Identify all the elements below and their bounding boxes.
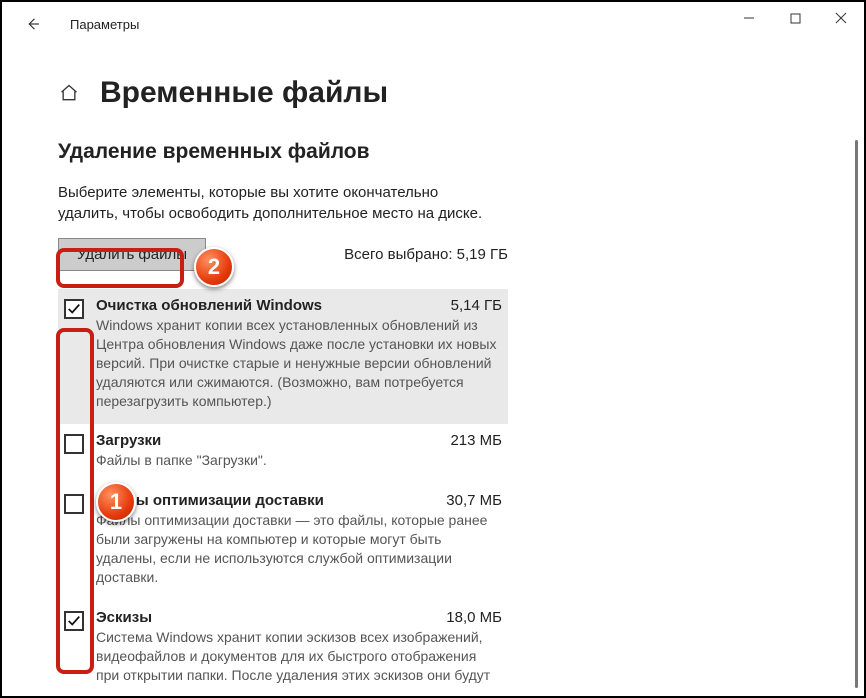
item-body: Файлы оптимизации доставки 30,7 МБ Файлы…: [96, 492, 502, 587]
checkbox-downloads[interactable]: [64, 434, 84, 454]
home-icon[interactable]: [58, 82, 80, 104]
close-button[interactable]: [818, 2, 864, 34]
item-description: Система Windows хранит копии эскизов все…: [96, 628, 502, 685]
item-title: Эскизы: [96, 609, 152, 626]
item-description: Файлы в папке "Загрузки".: [96, 451, 502, 470]
item-description: Файлы оптимизации доставки — это файлы, …: [96, 511, 502, 587]
back-button[interactable]: [22, 13, 44, 35]
item-body: Очистка обновлений Windows 5,14 ГБ Windo…: [96, 297, 502, 410]
delete-row: Удалить файлы Всего выбрано: 5,19 ГБ: [58, 238, 508, 271]
window-controls: [726, 2, 864, 34]
temp-file-item[interactable]: Файлы оптимизации доставки 30,7 МБ Файлы…: [58, 484, 508, 601]
temp-file-item[interactable]: Эскизы 18,0 МБ Система Windows хранит ко…: [58, 601, 508, 698]
page-header: Временные файлы: [2, 46, 864, 130]
window-title: Параметры: [70, 17, 139, 32]
checkbox-thumbnails[interactable]: [64, 611, 84, 631]
delete-files-button[interactable]: Удалить файлы: [58, 238, 206, 271]
checkbox-delivery-optimization[interactable]: [64, 494, 84, 514]
item-size: 30,7 МБ: [446, 492, 502, 509]
temp-file-item[interactable]: Очистка обновлений Windows 5,14 ГБ Windo…: [58, 289, 508, 424]
item-title: Загрузки: [96, 432, 161, 449]
checkbox-windows-update-cleanup[interactable]: [64, 299, 84, 319]
scrollbar[interactable]: [855, 140, 858, 688]
title-bar: Параметры: [2, 2, 864, 46]
total-selected-label: Всего выбрано: 5,19 ГБ: [344, 246, 508, 263]
item-size: 5,14 ГБ: [451, 297, 502, 314]
intro-text: Выберите элементы, которые вы хотите око…: [58, 182, 488, 224]
item-size: 213 МБ: [450, 432, 502, 449]
content-area: Удаление временных файлов Выберите элеме…: [2, 130, 864, 698]
item-title: Очистка обновлений Windows: [96, 297, 322, 314]
section-heading: Удаление временных файлов: [58, 140, 864, 164]
page-title: Временные файлы: [100, 76, 388, 110]
item-description: Windows хранит копии всех установленных …: [96, 316, 502, 410]
item-body: Эскизы 18,0 МБ Система Windows хранит ко…: [96, 609, 502, 685]
window-frame: Параметры Временные файлы Удаление време…: [0, 0, 866, 698]
temp-file-item[interactable]: Загрузки 213 МБ Файлы в папке "Загрузки"…: [58, 424, 508, 484]
maximize-button[interactable]: [772, 2, 818, 34]
item-size: 18,0 МБ: [446, 609, 502, 626]
item-title: Файлы оптимизации доставки: [96, 492, 324, 509]
minimize-button[interactable]: [726, 2, 772, 34]
item-body: Загрузки 213 МБ Файлы в папке "Загрузки"…: [96, 432, 502, 470]
